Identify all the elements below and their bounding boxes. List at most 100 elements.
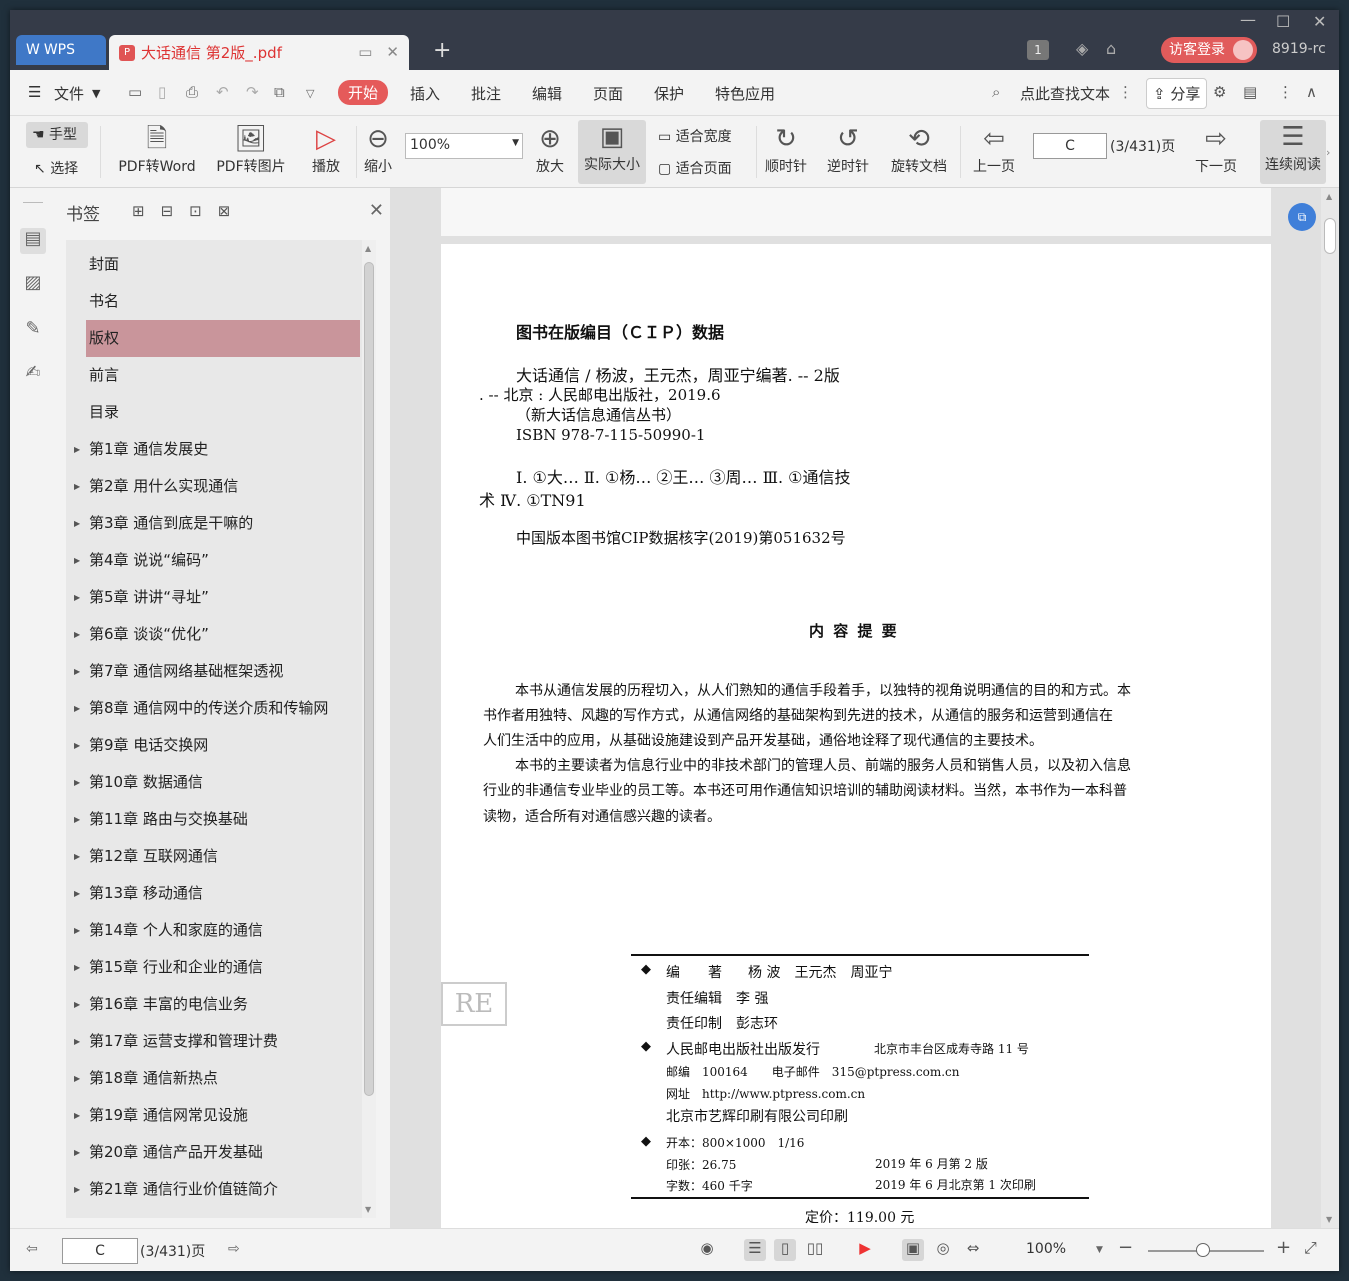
guest-login-button[interactable]: 访客登录 [1161,37,1257,63]
fit-page-button[interactable]: ▢ 适合页面 [658,158,748,178]
settings-icon[interactable]: ⚙ [1213,83,1226,101]
bookmark-item[interactable]: 书名 [86,283,360,320]
bookmark-item[interactable]: ▶ 第17章 运营支撑和管理计费 [74,1023,360,1060]
drag-handle[interactable] [23,202,43,203]
actual-size-icon[interactable]: ▣ [902,1239,924,1261]
wps-home-tab[interactable]: W WPS [16,35,106,65]
bookmark-item[interactable]: ▶ 第10章 数据通信 [74,764,360,801]
chevron-down-icon[interactable]: ▼ [92,87,100,100]
zoom-slider-knob[interactable] [1196,1243,1210,1257]
expand-arrow-icon[interactable]: ▶ [74,801,80,838]
expand-arrow-icon[interactable]: ▶ [74,1208,80,1218]
bookmark-item[interactable]: ▶ 第9章 电话交换网 [74,727,360,764]
open-folder-icon[interactable]: ▭ [128,83,142,101]
document-viewport[interactable]: 图书在版编目（ＣＩＰ）数据 大话通信 / 杨波，王元杰，周亚宁编著. -- 2版… [390,188,1339,1228]
more-icon[interactable]: ⋮ [1278,83,1293,101]
bookmark-item[interactable]: ▶ 第19章 通信网常见设施 [74,1097,360,1134]
zoom-in-button[interactable]: ⊕ 放大 [532,122,568,176]
chevron-down-icon[interactable]: ▼ [1096,1245,1103,1255]
expand-arrow-icon[interactable]: ▶ [74,1134,80,1171]
search-icon[interactable]: ⌕ [992,83,1000,101]
add-bookmark-icon[interactable]: ⊡ [189,202,202,220]
bookmark-item[interactable]: ▶ 第13章 移动通信 [74,875,360,912]
single-page-icon[interactable]: ▯ [774,1239,796,1261]
zoom-out-button[interactable]: ⊖ 缩小 [360,122,396,176]
menu-insert[interactable]: 插入 [410,83,440,104]
tab-close-icon[interactable]: ✕ [386,43,399,61]
expand-arrow-icon[interactable]: ▶ [74,986,80,1023]
fit-page-icon[interactable]: ◎ [932,1239,954,1261]
eye-protection-icon[interactable]: ◉ [696,1239,718,1261]
bookmark-item[interactable]: ▶ 第11章 路由与交换基础 [74,801,360,838]
bookmark-item[interactable]: ▶ 第15章 行业和企业的通信 [74,949,360,986]
expand-arrow-icon[interactable]: ▶ [74,764,80,801]
collapse-all-icon[interactable]: ⊟ [161,202,174,220]
bookmark-item[interactable]: ▶ 第12章 互联网通信 [74,838,360,875]
bookmark-options-icon[interactable]: ⊠ [218,202,231,220]
rotate-clockwise-button[interactable]: ↻ 顺时针 [760,122,812,176]
bookmark-item[interactable]: ▶ 第4章 说说“编码” [74,542,360,579]
expand-arrow-icon[interactable]: ▶ [74,1097,80,1134]
arrow-right-icon[interactable]: ⇨ [228,1241,240,1257]
menu-start[interactable]: 开始 [338,80,389,105]
document-tab[interactable]: P 大话通信 第2版_.pdf ▭ ✕ [109,35,409,70]
find-text-input[interactable]: 点此查找文本 [1020,83,1110,104]
more-vertical-icon[interactable]: ⋮ [1118,83,1133,101]
expand-arrow-icon[interactable]: ▶ [74,1023,80,1060]
rotate-counterclockwise-button[interactable]: ↺ 逆时针 [822,122,874,176]
zoom-select[interactable]: 100% ▼ [405,133,523,159]
hamburger-menu-icon[interactable]: ☰ [28,83,41,101]
collapse-ribbon-icon[interactable]: ∧ [1306,83,1317,101]
fit-width-icon[interactable]: ⇔ [962,1239,984,1261]
close-panel-icon[interactable]: ✕ [369,200,384,221]
scroll-down-icon[interactable]: ▼ [1326,1215,1332,1224]
status-zoom[interactable]: 100% [1026,1241,1066,1257]
fit-width-button[interactable]: ▭ 适合宽度 [658,126,748,146]
file-menu[interactable]: 文件 [54,83,84,104]
expand-arrow-icon[interactable]: ▶ [74,653,80,690]
scroll-up-icon[interactable]: ▲ [1326,192,1332,201]
status-page-input[interactable]: C [62,1238,138,1264]
play-icon[interactable]: ▶ [854,1239,876,1261]
menu-annotate[interactable]: 批注 [471,83,501,104]
bookmark-item[interactable]: ▶ 第2章 用什么实现通信 [74,468,360,505]
bookmark-item[interactable]: 封面 [86,246,360,283]
bookmark-item[interactable]: ▶ 第1章 通信发展史 [74,431,360,468]
bookmark-item[interactable]: ▶ 第16章 丰富的电信业务 [74,986,360,1023]
scroll-down-icon[interactable]: ▼ [365,1205,371,1214]
expand-arrow-icon[interactable]: ▶ [74,542,80,579]
expand-arrow-icon[interactable]: ▶ [74,505,80,542]
bookmark-item[interactable]: ▶ 第8章 通信网中的传送介质和传输网 [74,690,360,727]
new-tab-button[interactable]: + [433,38,451,63]
expand-arrow-icon[interactable]: ▶ [74,579,80,616]
minimize-icon[interactable]: — [1240,10,1256,29]
zoom-out-icon[interactable]: − [1118,1237,1133,1258]
expand-all-icon[interactable]: ⊞ [132,202,145,220]
shirt-icon[interactable]: ⌂ [1106,39,1116,58]
next-page-button[interactable]: ⇨ 下一页 [1190,122,1242,176]
continuous-view-icon[interactable]: ☰ [744,1239,766,1261]
bookmark-item[interactable]: ▶第22章 标注国际标准化组织 [86,1208,360,1218]
bookmark-panel-icon[interactable]: ▤ [20,228,46,254]
zoom-in-icon[interactable]: + [1276,1237,1291,1258]
skin-icon[interactable]: ◈ [1076,39,1088,58]
expand-arrow-icon[interactable]: ▶ [74,1171,80,1208]
bookmark-item[interactable]: ▶ 第3章 通信到底是干嘛的 [74,505,360,542]
fullscreen-icon[interactable]: ⤢ [1304,1238,1317,1258]
expand-arrow-icon[interactable]: ▶ [74,949,80,986]
scrollbar-thumb[interactable] [1324,218,1336,254]
bookmark-item[interactable]: ▶ 第18章 通信新热点 [74,1060,360,1097]
rotate-document-button[interactable]: ⟲ 旋转文档 [886,122,952,176]
scroll-up-icon[interactable]: ▲ [365,244,371,253]
play-button[interactable]: ▷ 播放 [304,122,348,176]
expand-arrow-icon[interactable]: ▶ [74,875,80,912]
tab-pin-icon[interactable]: ▭ [358,43,372,61]
zoom-slider[interactable] [1148,1243,1264,1257]
bookmark-item[interactable]: 前言 [86,357,360,394]
thumbnail-panel-icon[interactable]: ▨ [20,272,46,298]
share-button[interactable]: ⇪ 分享 [1146,78,1208,109]
expand-arrow-icon[interactable]: ▶ [74,431,80,468]
select-tool-button[interactable]: ↖ 选择 [30,156,90,182]
page-number-input[interactable]: C [1033,133,1107,159]
actual-size-button[interactable]: ▣ 实际大小 [578,120,646,184]
